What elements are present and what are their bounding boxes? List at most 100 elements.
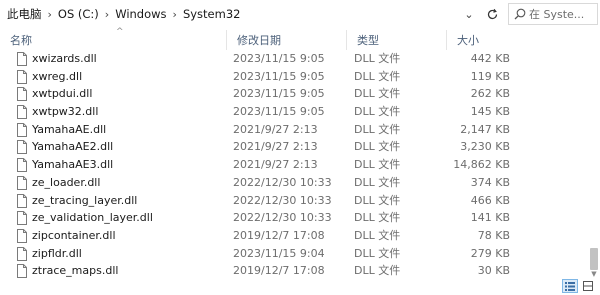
table-row[interactable]: zipfldr.dll 2023/11/15 9:04 DLL 文件 279 K… bbox=[0, 245, 585, 263]
dll-file-icon bbox=[16, 140, 28, 155]
file-type: DLL 文件 bbox=[354, 69, 401, 83]
table-row[interactable]: zipcontainer.dll 2019/12/7 17:08 DLL 文件 … bbox=[0, 227, 585, 245]
refresh-icon[interactable] bbox=[482, 3, 502, 25]
column-date[interactable]: 修改日期 bbox=[226, 30, 346, 50]
file-date: 2022/12/30 10:33 bbox=[233, 211, 332, 225]
table-row[interactable]: ztrace_maps.dll 2019/12/7 17:08 DLL 文件 3… bbox=[0, 262, 585, 280]
file-name: xwizards.dll bbox=[32, 52, 97, 65]
table-row[interactable]: YamahaAE2.dll 2021/9/27 2:13 DLL 文件 3,23… bbox=[0, 138, 585, 156]
chevron-right-icon[interactable]: › bbox=[102, 8, 112, 21]
dll-file-icon bbox=[16, 211, 28, 226]
chevron-right-icon[interactable]: › bbox=[170, 8, 180, 21]
chevron-right-icon[interactable]: › bbox=[45, 8, 55, 21]
scrollbar-thumb[interactable] bbox=[590, 248, 598, 270]
file-name: YamahaAE.dll bbox=[32, 122, 107, 136]
file-type: DLL 文件 bbox=[354, 158, 401, 172]
column-size[interactable]: 大小 bbox=[446, 30, 526, 50]
tiles-view-icon bbox=[583, 281, 593, 291]
search-input[interactable]: 在 Syste... bbox=[508, 3, 598, 25]
table-row[interactable]: xwizards.dll 2023/11/15 9:05 DLL 文件 442 … bbox=[0, 50, 585, 68]
breadcrumb-item-os-c[interactable]: OS (C:) bbox=[55, 7, 102, 21]
column-type[interactable]: 类型 bbox=[346, 30, 446, 50]
address-bar[interactable]: 此电脑 › OS (C:) › Windows › System32 ⌄ 在 S… bbox=[0, 0, 600, 28]
large-icons-view-button[interactable] bbox=[580, 279, 596, 293]
table-row[interactable]: xwtpdui.dll 2023/11/15 9:05 DLL 文件 262 K… bbox=[0, 85, 585, 103]
file-date: 2019/12/7 17:08 bbox=[233, 264, 325, 278]
scroll-down-arrow-icon[interactable]: ▼ bbox=[590, 270, 598, 278]
file-size: 145 KB bbox=[470, 105, 510, 119]
file-date: 2022/12/30 10:33 bbox=[233, 193, 332, 207]
table-row[interactable]: ze_loader.dll 2022/12/30 10:33 DLL 文件 37… bbox=[0, 174, 585, 192]
file-date: 2023/11/15 9:04 bbox=[233, 246, 325, 260]
column-date-label: 修改日期 bbox=[237, 34, 281, 47]
dll-file-icon bbox=[16, 69, 28, 84]
column-name-label: 名称 bbox=[10, 34, 32, 47]
file-type: DLL 文件 bbox=[354, 122, 401, 136]
file-type: DLL 文件 bbox=[354, 52, 401, 65]
breadcrumb-item-system32[interactable]: System32 bbox=[180, 7, 244, 21]
file-name: ze_validation_layer.dll bbox=[32, 211, 153, 225]
dll-file-icon bbox=[16, 246, 28, 261]
file-name: xwreg.dll bbox=[32, 69, 83, 83]
file-name: ze_loader.dll bbox=[32, 175, 101, 189]
file-size: 3,230 KB bbox=[460, 140, 510, 154]
file-size: 30 KB bbox=[477, 264, 510, 278]
column-name[interactable]: 名称 ^ bbox=[0, 27, 226, 50]
file-type: DLL 文件 bbox=[354, 175, 401, 189]
file-size: 141 KB bbox=[470, 211, 510, 225]
breadcrumb-item-this-pc[interactable]: 此电脑 bbox=[4, 6, 45, 22]
file-size: 374 KB bbox=[470, 175, 510, 189]
file-list: xwizards.dll 2023/11/15 9:05 DLL 文件 442 … bbox=[0, 50, 585, 280]
details-view-button[interactable] bbox=[562, 279, 578, 293]
file-size: 14,862 KB bbox=[453, 158, 510, 172]
file-name: xwtpw32.dll bbox=[32, 105, 99, 119]
dll-file-icon bbox=[16, 52, 28, 66]
file-size: 2,147 KB bbox=[460, 122, 510, 136]
search-icon bbox=[513, 7, 527, 21]
file-size: 442 KB bbox=[470, 52, 510, 65]
breadcrumb[interactable]: 此电脑 › OS (C:) › Windows › System32 bbox=[4, 4, 456, 24]
file-name: zipfldr.dll bbox=[32, 246, 82, 260]
table-row[interactable]: xwtpw32.dll 2023/11/15 9:05 DLL 文件 145 K… bbox=[0, 103, 585, 121]
file-size: 78 KB bbox=[477, 228, 510, 242]
file-name: zipcontainer.dll bbox=[32, 228, 116, 242]
breadcrumb-item-windows[interactable]: Windows bbox=[112, 7, 169, 21]
column-type-label: 类型 bbox=[357, 34, 379, 47]
dll-file-icon bbox=[16, 122, 28, 137]
sort-ascending-icon: ^ bbox=[116, 27, 124, 37]
file-type: DLL 文件 bbox=[354, 228, 401, 242]
file-type: DLL 文件 bbox=[354, 264, 401, 278]
view-toggle bbox=[562, 279, 598, 293]
file-type: DLL 文件 bbox=[354, 87, 401, 101]
file-name: ze_tracing_layer.dll bbox=[32, 193, 138, 207]
file-date: 2023/11/15 9:05 bbox=[233, 105, 325, 119]
file-name: YamahaAE2.dll bbox=[32, 140, 114, 154]
file-type: DLL 文件 bbox=[354, 246, 401, 260]
vertical-scrollbar[interactable] bbox=[588, 30, 600, 280]
file-date: 2022/12/30 10:33 bbox=[233, 175, 332, 189]
file-name: YamahaAE3.dll bbox=[32, 158, 114, 172]
table-row[interactable]: ze_tracing_layer.dll 2022/12/30 10:33 DL… bbox=[0, 192, 585, 210]
table-row[interactable]: xwreg.dll 2023/11/15 9:05 DLL 文件 119 KB bbox=[0, 68, 585, 86]
table-row[interactable]: YamahaAE3.dll 2021/9/27 2:13 DLL 文件 14,8… bbox=[0, 156, 585, 174]
file-size: 279 KB bbox=[470, 246, 510, 260]
search-placeholder: 在 Syste... bbox=[529, 8, 585, 21]
dll-file-icon bbox=[16, 228, 28, 243]
dll-file-icon bbox=[16, 87, 28, 102]
column-header: 名称 ^ 修改日期 类型 大小 bbox=[0, 27, 585, 50]
chevron-down-icon[interactable]: ⌄ bbox=[460, 3, 478, 25]
dll-file-icon bbox=[16, 105, 28, 120]
dll-file-icon bbox=[16, 264, 28, 279]
table-row[interactable]: ze_validation_layer.dll 2022/12/30 10:33… bbox=[0, 209, 585, 227]
dll-file-icon bbox=[16, 158, 28, 173]
file-size: 466 KB bbox=[470, 193, 510, 207]
file-date: 2021/9/27 2:13 bbox=[233, 122, 318, 136]
column-size-label: 大小 bbox=[457, 34, 479, 47]
file-name: xwtpdui.dll bbox=[32, 87, 93, 101]
dll-file-icon bbox=[16, 175, 28, 190]
file-date: 2023/11/15 9:05 bbox=[233, 69, 325, 83]
details-view-icon bbox=[565, 281, 575, 291]
file-type: DLL 文件 bbox=[354, 193, 401, 207]
table-row[interactable]: YamahaAE.dll 2021/9/27 2:13 DLL 文件 2,147… bbox=[0, 121, 585, 139]
file-date: 2019/12/7 17:08 bbox=[233, 228, 325, 242]
